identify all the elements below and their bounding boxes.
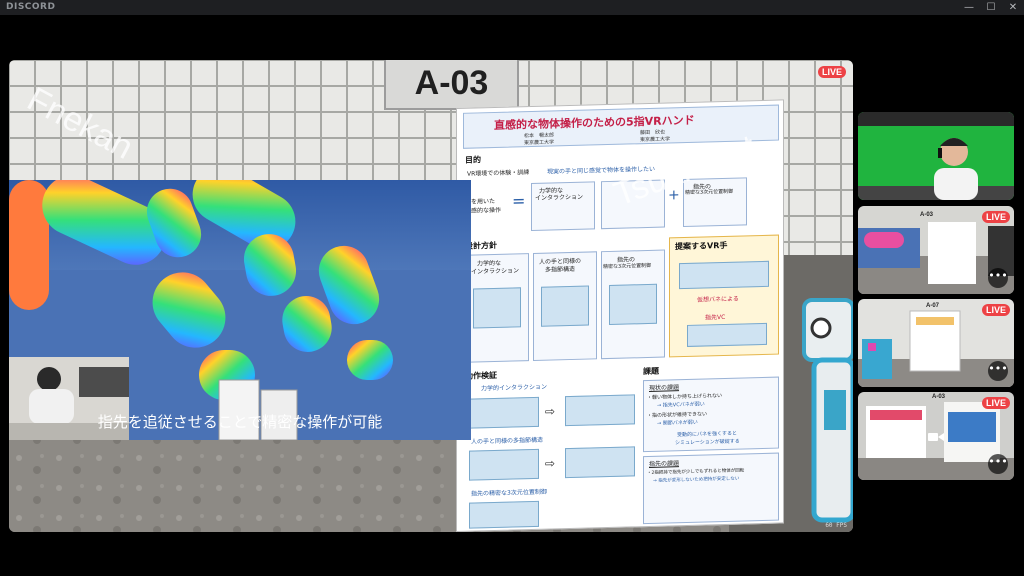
arrow-icon: ⇨: [545, 456, 556, 471]
proposal-figure: [687, 322, 767, 347]
verify-figure: [565, 394, 635, 427]
main-stream-view[interactable]: LIVE A-03 直感的な物体操作のための5指VRハンド 松本 暢太郎 東京農…: [9, 60, 853, 532]
verify-figure: [469, 396, 539, 429]
policy-figure: [609, 283, 657, 325]
stream-tile-webcam[interactable]: [858, 112, 1014, 200]
proposal-inner: 仮想バネによる: [697, 295, 739, 304]
hand-simulation-overlay: 指先を追従させることで精密な操作が可能: [9, 180, 471, 440]
proposal-figure: [679, 260, 769, 290]
stream-tile[interactable]: A-03 LIVE •••: [858, 392, 1014, 480]
title-bar: DISCORD — ☐ ✕: [0, 0, 1024, 15]
policy-figure: [541, 285, 589, 327]
camera-icon: [928, 433, 944, 441]
policy-1b: インタラクション: [471, 267, 520, 276]
issue-2: 指先の課題: [649, 460, 680, 468]
goal-box-1-title-2: インタラクション: [535, 193, 584, 202]
verify-figure: [469, 448, 539, 481]
maximize-button[interactable]: ☐: [980, 0, 1002, 15]
tile-booth-sign: A-03: [920, 212, 934, 218]
section-purpose: 目的: [465, 155, 481, 165]
poster-affiliation: 東京農工大学: [640, 136, 671, 144]
booth-sign-label: A-03: [414, 64, 489, 102]
app-name: DISCORD: [6, 2, 56, 12]
booth-sign: A-03: [384, 60, 519, 110]
minimize-button[interactable]: —: [958, 0, 980, 15]
section-proposal: 提案するVR手: [675, 240, 728, 252]
verify-2: 人の手と同様の多指節構造: [471, 436, 544, 446]
policy-2b: 多指節構造: [545, 265, 576, 274]
verify-1: 力学的インタラクション: [481, 383, 548, 393]
webcam-person: [858, 112, 1014, 200]
purpose-text: VR環境での体験・訓練: [467, 169, 530, 178]
proposal-vc: 指先VC: [705, 313, 726, 322]
more-options-icon[interactable]: •••: [988, 361, 1008, 381]
equals-sign: =: [512, 191, 526, 211]
issue-1: 現状の課題: [649, 384, 680, 392]
live-badge: LIVE: [818, 66, 847, 78]
stream-tile[interactable]: A-07 LIVE •••: [858, 299, 1014, 387]
verify-figure: [469, 500, 539, 529]
verify-figure: [565, 446, 635, 479]
arrow-icon: ⇨: [545, 404, 556, 419]
more-options-icon[interactable]: •••: [988, 268, 1008, 288]
live-badge: LIVE: [982, 304, 1011, 316]
more-options-icon[interactable]: •••: [988, 454, 1008, 474]
live-badge: LIVE: [982, 211, 1011, 223]
close-button[interactable]: ✕: [1002, 0, 1024, 15]
poster-affiliation: 東京農工大学: [524, 139, 555, 147]
issue-1d: → 関節バネが弱い: [657, 419, 698, 427]
section-issues: 課題: [643, 366, 659, 377]
tile-booth-sign: A-07: [926, 303, 940, 309]
stream-tile[interactable]: A-03 LIVE •••: [858, 206, 1014, 294]
tile-booth-sign: A-03: [932, 394, 946, 400]
policy-3b: 精密な3次元位置制御: [603, 262, 652, 271]
verify-3: 指先の精密な3次元位置制御: [471, 488, 547, 498]
policy-figure: [473, 287, 521, 329]
issue-1b: → 指先VCバネが弱い: [657, 401, 705, 409]
overlay-caption: 指先を追従させることで精密な操作が可能: [97, 413, 383, 431]
fps-counter: 60 FPS: [825, 522, 847, 529]
live-badge: LIVE: [982, 397, 1011, 409]
